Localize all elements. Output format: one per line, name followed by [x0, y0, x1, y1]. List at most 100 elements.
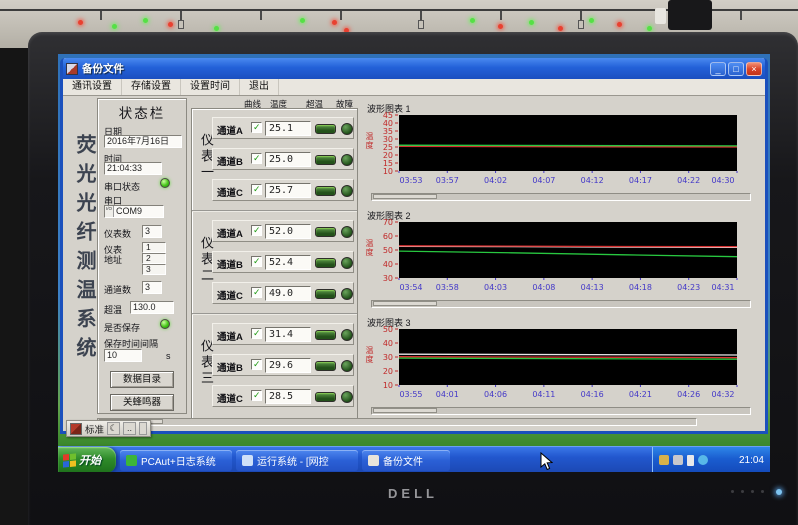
- address-list-item[interactable]: 2: [142, 253, 166, 264]
- curve-checkbox[interactable]: ✓: [251, 184, 262, 195]
- svg-text:10: 10: [383, 167, 393, 176]
- system-vertical-title: 荧光光纤测温系统: [71, 134, 100, 366]
- maximize-button[interactable]: □: [728, 62, 744, 76]
- taskbar-task-log-system[interactable]: PCAut+日志系统: [120, 450, 232, 471]
- tray-keyboard-icon[interactable]: [673, 455, 683, 465]
- svg-text:03:58: 03:58: [436, 283, 459, 292]
- svg-text:30: 30: [383, 353, 393, 362]
- buzzer-off-button[interactable]: 关蜂鸣器: [110, 394, 174, 411]
- monitor-bezel: 备份文件 _ □ × 通讯设置 存储设置 设置时间 退出 荧光光纤测温系统: [28, 32, 798, 525]
- channel-row: 通道C ✓ 28.5: [212, 385, 354, 407]
- svg-text:03:55: 03:55: [399, 390, 422, 399]
- address-list-item[interactable]: 1: [142, 242, 166, 253]
- save-interval-field[interactable]: 10: [104, 349, 142, 362]
- scrollbar-thumb[interactable]: [373, 194, 437, 199]
- address-list-item[interactable]: 3: [142, 264, 166, 275]
- curve-checkbox[interactable]: ✓: [251, 122, 262, 133]
- fault-led: [341, 154, 353, 166]
- channel-count-field[interactable]: 3: [142, 281, 162, 294]
- instrument-count-field[interactable]: 3: [142, 225, 162, 238]
- close-button[interactable]: ×: [746, 62, 762, 76]
- chart-scrollbar[interactable]: [371, 407, 751, 415]
- chart-plot: 304050607003:5403:5804:0304:0804:1304:18…: [371, 219, 751, 297]
- window-titlebar: 备份文件 _ □ ×: [63, 58, 765, 79]
- overtemp-led: [315, 124, 336, 134]
- svg-text:04:13: 04:13: [581, 283, 604, 292]
- screen: 备份文件 _ □ × 通讯设置 存储设置 设置时间 退出 荧光光纤测温系统: [58, 54, 770, 472]
- window-title: 备份文件: [82, 61, 710, 76]
- start-label: 开始: [79, 452, 101, 468]
- menu-item-set-time[interactable]: 设置时间: [181, 79, 240, 95]
- menu-item-exit[interactable]: 退出: [240, 79, 279, 95]
- indicator-led: [558, 26, 563, 31]
- minimize-button[interactable]: _: [710, 62, 726, 76]
- curve-checkbox[interactable]: ✓: [251, 328, 262, 339]
- tray-ime-icon[interactable]: [659, 455, 669, 465]
- serial-port-value: COM9: [114, 206, 142, 217]
- indicator-led: [617, 22, 622, 27]
- wall-device-small: [655, 8, 666, 24]
- scrollbar-thumb[interactable]: [373, 408, 437, 413]
- overtemp-led: [315, 155, 336, 165]
- taskbar-task-run-system[interactable]: 运行系统 - [网控: [236, 450, 358, 471]
- ime-language-bar: 标准 ☾ ..: [66, 420, 151, 437]
- svg-text:04:30: 04:30: [711, 176, 734, 185]
- curve-checkbox[interactable]: ✓: [251, 256, 262, 267]
- window-icon: [66, 63, 78, 75]
- tray-usb-icon[interactable]: [687, 455, 694, 466]
- channel-row: 通道A ✓ 31.4: [212, 323, 354, 345]
- chart-plot: 102030405003:5504:0104:0604:1104:1604:21…: [371, 326, 751, 404]
- mouse-cursor: [540, 452, 553, 472]
- dell-logo: DELL: [28, 486, 798, 501]
- curve-checkbox[interactable]: ✓: [251, 153, 262, 164]
- svg-text:03:53: 03:53: [399, 176, 422, 185]
- curve-checkbox[interactable]: ✓: [251, 390, 262, 401]
- ime-punctuation-icon[interactable]: ..: [123, 422, 136, 435]
- overtemp-threshold-label: 超温: [104, 303, 122, 316]
- channel-row: 通道A ✓ 25.1: [212, 117, 354, 139]
- overtemp-threshold-field[interactable]: 130.0: [130, 301, 174, 314]
- data-directory-button[interactable]: 数据目录: [110, 371, 174, 388]
- bezel-buttons[interactable]: [731, 490, 764, 493]
- svg-text:45: 45: [383, 112, 393, 120]
- taskbar-task-backup-file[interactable]: 备份文件: [362, 450, 450, 471]
- fault-led: [341, 226, 353, 238]
- svg-text:04:08: 04:08: [532, 283, 555, 292]
- menu-item-storage-settings[interactable]: 存储设置: [122, 79, 181, 95]
- temperature-display: 52.0: [265, 224, 311, 239]
- curve-checkbox[interactable]: ✓: [251, 359, 262, 370]
- waveform-chart-3: 波形图表 3 温度 102030405003:5504:0104:0604:11…: [363, 316, 759, 420]
- svg-text:04:07: 04:07: [532, 176, 555, 185]
- task-icon: [126, 455, 137, 466]
- tray-clock[interactable]: 21:04: [739, 455, 764, 466]
- menu-item-comm-settings[interactable]: 通讯设置: [63, 79, 122, 95]
- serial-port-combo[interactable]: I/O COM9: [104, 205, 164, 218]
- start-button[interactable]: 开始: [58, 447, 116, 472]
- curve-checkbox[interactable]: ✓: [251, 225, 262, 236]
- mimic-stub: [100, 11, 102, 20]
- instrument-group-3: 仪表三 通道A ✓ 31.4 通道B ✓ 29.6: [192, 315, 357, 419]
- channel-row: 通道C ✓ 49.0: [212, 282, 354, 304]
- svg-text:40: 40: [383, 260, 393, 269]
- indicator-led: [498, 24, 503, 29]
- mimic-breaker-symbol: [578, 20, 584, 29]
- fault-led: [341, 257, 353, 269]
- ime-label[interactable]: 标准: [85, 422, 104, 436]
- task-label: 备份文件: [383, 453, 423, 468]
- ime-mode-icon[interactable]: [70, 423, 82, 435]
- window-horizontal-scrollbar[interactable]: [97, 418, 697, 426]
- moon-icon[interactable]: ☾: [107, 422, 120, 435]
- check-icon: ✓: [253, 287, 261, 298]
- system-tray: 21:04: [652, 447, 770, 472]
- mimic-stub: [260, 11, 262, 20]
- curve-checkbox[interactable]: ✓: [251, 287, 262, 298]
- check-icon: ✓: [253, 256, 261, 267]
- scrollbar-thumb[interactable]: [373, 301, 437, 306]
- ime-handle[interactable]: [139, 422, 147, 435]
- chart-scrollbar[interactable]: [371, 300, 751, 308]
- save-enabled-led: [160, 319, 170, 329]
- check-icon: ✓: [253, 122, 261, 133]
- chart-scrollbar[interactable]: [371, 193, 751, 201]
- save-interval-unit: s: [166, 351, 171, 361]
- tray-volume-icon[interactable]: [698, 455, 708, 465]
